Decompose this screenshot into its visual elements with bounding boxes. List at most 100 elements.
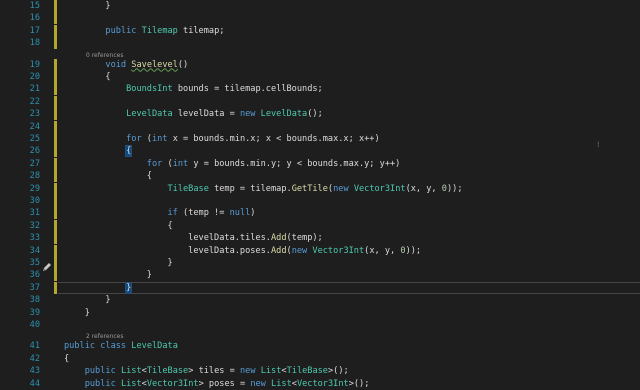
code-line[interactable]: 27 for (int y = bounds.min.y; y < bounds… (0, 157, 640, 170)
code-text[interactable]: public class LevelData (64, 340, 178, 352)
code-token: TileBase (286, 366, 328, 377)
edit-pencil-icon (42, 262, 52, 272)
matched-brace: } (125, 281, 133, 294)
code-token: LevelData (131, 341, 178, 352)
code-token: )); (405, 245, 422, 256)
code-line[interactable]: 40 (0, 319, 640, 331)
line-number: 38 (29, 295, 40, 306)
modified-line-marker (54, 0, 57, 12)
code-line[interactable]: 26 { (0, 145, 640, 158)
code-token: public (84, 366, 116, 377)
code-text[interactable]: public List<Vector3Int> poses = new List… (64, 378, 370, 390)
code-line[interactable]: 37 } (0, 281, 640, 294)
code-token: (); (307, 109, 323, 120)
code-text[interactable]: BoundsInt bounds = tilemap.cellBounds; (64, 83, 323, 95)
code-text[interactable]: } (64, 281, 133, 294)
code-line[interactable]: 33 levelData.tiles.Add(temp); (0, 232, 640, 245)
code-token: LevelData (260, 109, 308, 120)
code-token: (x, y, (405, 183, 442, 194)
code-text[interactable]: } (64, 307, 90, 319)
code-line[interactable]: 29 TileBase temp = tilemap.GetTile(new V… (0, 182, 640, 195)
code-token: List (271, 378, 292, 389)
code-text[interactable]: public List<TileBase> tiles = new List<T… (64, 365, 349, 377)
line-number: 16 (29, 13, 40, 24)
code-line[interactable]: 44 public List<Vector3Int> poses = new L… (0, 378, 640, 390)
code-line[interactable]: 18 (0, 37, 640, 50)
code-token: >(); (328, 366, 349, 377)
code-line[interactable]: 39 } (0, 307, 640, 319)
line-number: 41 (29, 341, 40, 352)
code-text[interactable]: if (temp != null) (64, 207, 255, 219)
code-token: Vector3Int (312, 245, 365, 256)
code-editor[interactable]: 15 } 16 17 public Tilemap tilemap; 18 0 refe… (0, 0, 640, 389)
code-line[interactable]: 23 LevelData levelData = new LevelData()… (0, 108, 640, 121)
code-line[interactable]: 30 (0, 195, 640, 207)
code-line[interactable]: 15 } (0, 0, 640, 12)
code-line[interactable]: 17 public Tilemap tilemap; (0, 24, 640, 37)
code-text[interactable]: void Savelevel() (64, 59, 188, 71)
code-line[interactable]: 16 (0, 12, 640, 25)
line-number: 37 (29, 282, 40, 293)
code-line[interactable]: 41 public class LevelData (0, 340, 640, 352)
line-number: 18 (29, 38, 40, 49)
code-line[interactable]: 31 if (temp != null) (0, 207, 640, 220)
code-text[interactable]: { (64, 71, 110, 83)
code-token: List (120, 378, 142, 389)
code-text[interactable]: { (64, 145, 133, 158)
code-text[interactable]: { (64, 170, 152, 182)
line-number: 39 (29, 307, 40, 318)
code-line[interactable]: 20 { (0, 71, 640, 83)
code-token: >(); (348, 378, 370, 389)
code-line[interactable]: 38 } (0, 294, 640, 306)
code-text[interactable]: } (64, 269, 152, 281)
code-line[interactable]: 21 BoundsInt bounds = tilemap.cellBounds… (0, 83, 640, 96)
code-line[interactable]: 24 (0, 120, 640, 133)
code-line[interactable]: 42 { (0, 353, 640, 365)
code-token: } (64, 295, 111, 306)
modified-line-marker (54, 170, 57, 183)
code-line[interactable]: 35 } (0, 257, 640, 269)
code-token: { (64, 353, 70, 364)
code-line[interactable]: 22 (0, 95, 640, 108)
code-line[interactable]: 25 for (int x = bounds.min.x; x < bounds… (0, 133, 640, 145)
modified-line-marker (54, 83, 57, 96)
code-token: public (105, 25, 137, 36)
code-token: } (64, 307, 90, 318)
code-text[interactable]: public Tilemap tilemap; (64, 25, 224, 37)
line-number: 19 (29, 59, 40, 70)
code-text[interactable]: for (int y = bounds.min.y; y < bounds.ma… (64, 158, 401, 170)
modified-line-marker (54, 120, 57, 133)
code-line[interactable]: 32 { (0, 219, 640, 232)
code-text[interactable]: } (64, 0, 110, 12)
code-line[interactable]: 19 void Savelevel() (0, 58, 640, 71)
line-number: 26 (29, 146, 40, 157)
code-token: for (126, 134, 142, 144)
code-text[interactable]: } (64, 257, 172, 269)
code-text[interactable]: LevelData levelData = new LevelData(); (64, 108, 323, 120)
line-number: 31 (29, 208, 40, 219)
code-text[interactable]: { (64, 353, 69, 365)
code-token: tilemap; (177, 25, 225, 36)
matched-brace: { (125, 145, 133, 158)
code-text[interactable]: } (64, 294, 111, 306)
line-number: 20 (29, 72, 40, 82)
code-line[interactable]: 36 } (0, 269, 640, 282)
code-line[interactable]: 43 public List<TileBase> tiles = new Lis… (0, 365, 640, 377)
code-text[interactable]: { (64, 220, 172, 232)
code-text[interactable]: for (int x = bounds.min.x; x < bounds.ma… (64, 133, 380, 145)
code-text[interactable]: TileBase temp = tilemap.GetTile(new Vect… (64, 183, 462, 195)
code-text[interactable]: levelData.poses.Add(new Vector3Int(x, y,… (64, 245, 421, 257)
code-text[interactable]: levelData.tiles.Add(temp); (64, 232, 323, 244)
code-token: if (167, 208, 178, 219)
code-token: int (172, 158, 189, 169)
code-token: () (177, 59, 189, 70)
code-token: (temp); (286, 233, 323, 244)
code-token: int (151, 134, 168, 144)
code-line[interactable]: 34 levelData.poses.Add(new Vector3Int(x,… (0, 244, 640, 257)
code-line[interactable]: 28 { (0, 170, 640, 183)
